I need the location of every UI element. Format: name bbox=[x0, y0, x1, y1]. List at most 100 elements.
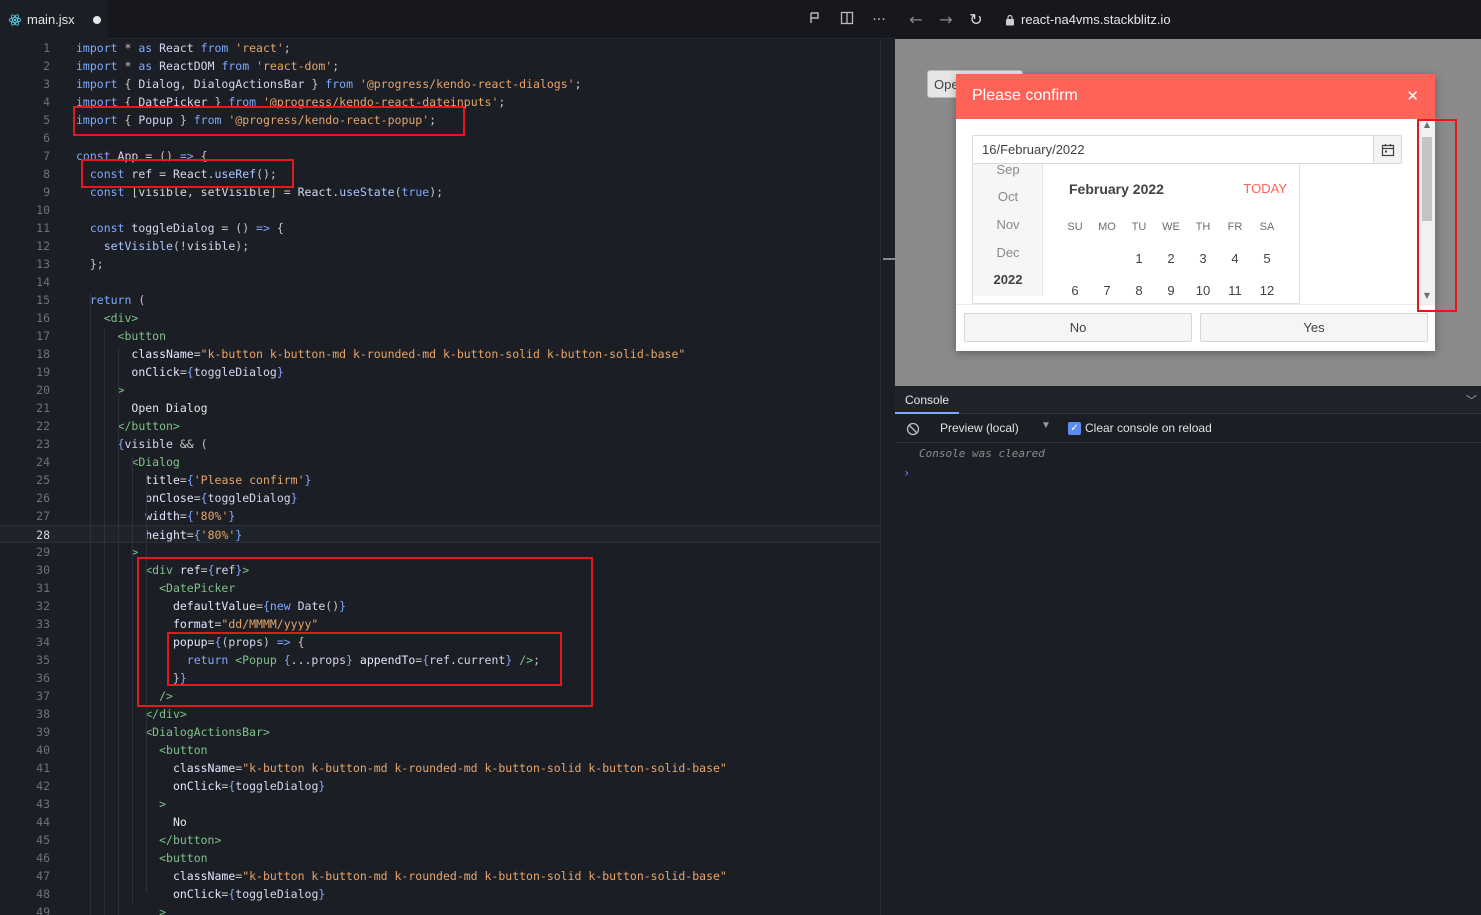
code-token: </button> bbox=[117, 419, 180, 433]
code-token: = bbox=[193, 491, 201, 505]
code-line[interactable]: 19 onClick={toggleDialog} bbox=[0, 363, 880, 381]
calendar-day[interactable]: 7 bbox=[1091, 283, 1123, 298]
code-token: } bbox=[228, 509, 236, 523]
line-source: return ( bbox=[76, 291, 145, 309]
code-token: > bbox=[159, 797, 167, 811]
code-token: import bbox=[76, 59, 118, 73]
more-actions-icon[interactable]: ··· bbox=[871, 12, 887, 28]
line-number: 21 bbox=[36, 401, 50, 415]
code-line[interactable]: 11 const toggleDialog = () => { bbox=[0, 219, 880, 237]
navigator-item[interactable]: Sep bbox=[973, 164, 1043, 177]
line-source: import * as React from 'react'; bbox=[76, 39, 291, 57]
code-token: ; bbox=[332, 59, 340, 73]
code-line[interactable]: 10 bbox=[0, 201, 880, 219]
navigator-item[interactable]: Oct bbox=[973, 189, 1043, 204]
clear-console-icon[interactable] bbox=[906, 422, 920, 436]
calendar-day[interactable]: 1 bbox=[1123, 251, 1155, 266]
code-line[interactable]: 23 {visible && ( bbox=[0, 435, 880, 453]
navigator-item[interactable]: 2022 bbox=[973, 272, 1043, 287]
tab-console[interactable]: Console bbox=[895, 386, 960, 414]
back-arrow-icon[interactable]: ← bbox=[901, 10, 931, 29]
calendar-day[interactable]: 4 bbox=[1219, 251, 1251, 266]
navigator-item[interactable]: Nov bbox=[973, 217, 1043, 232]
code-token: className bbox=[131, 347, 194, 361]
dropdown-arrow-icon[interactable]: ▼ bbox=[1041, 420, 1051, 431]
clear-on-reload-checkbox[interactable]: ✓ bbox=[1068, 422, 1081, 435]
react-icon bbox=[8, 13, 22, 26]
code-token: React bbox=[152, 41, 201, 55]
code-token: as bbox=[138, 41, 153, 55]
calendar-day[interactable]: 2 bbox=[1155, 251, 1187, 266]
code-line[interactable]: 14 bbox=[0, 273, 880, 291]
code-token: <button bbox=[159, 851, 208, 865]
code-line[interactable]: 16 <div> bbox=[0, 309, 880, 327]
unsaved-dot-icon[interactable] bbox=[92, 15, 101, 24]
collapse-chevron-icon[interactable]: ﹀ bbox=[1466, 392, 1477, 408]
code-line[interactable]: 15 return ( bbox=[0, 291, 880, 309]
calendar-day[interactable]: 8 bbox=[1123, 283, 1155, 298]
address-bar[interactable]: react-na4vms.stackblitz.io bbox=[1005, 12, 1171, 27]
calendar-icon bbox=[1381, 143, 1394, 156]
forward-arrow-icon[interactable]: → bbox=[931, 10, 961, 29]
code-line[interactable]: 18 className="k-button k-button-md k-rou… bbox=[0, 345, 880, 363]
datepicker-input[interactable]: 16/February/2022 bbox=[972, 135, 1402, 164]
code-line[interactable]: 20 > bbox=[0, 381, 880, 399]
code-line[interactable]: 22 </button> bbox=[0, 417, 880, 435]
calendar-day[interactable]: 5 bbox=[1251, 251, 1283, 266]
line-number: 14 bbox=[36, 275, 50, 289]
calendar-title[interactable]: February 2022 bbox=[1069, 181, 1164, 197]
console-toolbar: Preview (local) ▼ ✓ Clear console on rel… bbox=[895, 414, 1481, 443]
code-token: ; bbox=[498, 95, 506, 109]
calendar-day[interactable]: 9 bbox=[1155, 283, 1187, 298]
close-icon[interactable]: ✕ bbox=[1406, 87, 1419, 105]
code-token: "k-button k-button-md k-rounded-md k-but… bbox=[242, 869, 727, 883]
code-line[interactable]: 13 }; bbox=[0, 255, 880, 273]
code-line[interactable]: 12 setVisible(!visible); bbox=[0, 237, 880, 255]
yes-button[interactable]: Yes bbox=[1200, 313, 1428, 342]
calendar-day[interactable]: 10 bbox=[1187, 283, 1219, 298]
line-number: 13 bbox=[36, 257, 50, 271]
editor-scrollbar[interactable] bbox=[880, 39, 895, 915]
reload-icon[interactable]: ↻ bbox=[961, 10, 991, 29]
line-number: 33 bbox=[36, 617, 50, 631]
code-token: toggleDialog bbox=[124, 221, 215, 235]
context-select[interactable]: Preview (local) bbox=[940, 421, 1019, 435]
no-button[interactable]: No bbox=[964, 313, 1192, 342]
code-token: (! bbox=[172, 239, 187, 253]
code-token: 'react' bbox=[228, 41, 284, 55]
code-line[interactable]: 17 <button bbox=[0, 327, 880, 345]
calendar-day[interactable]: 3 bbox=[1187, 251, 1219, 266]
line-number: 15 bbox=[36, 293, 50, 307]
weekday-header: FR bbox=[1227, 221, 1243, 233]
code-line[interactable]: 2 import * as ReactDOM from 'react-dom'; bbox=[0, 57, 880, 75]
code-area[interactable]: 1 import * as React from 'react'; 2 import … bbox=[0, 39, 880, 915]
console-prompt-icon[interactable]: › bbox=[903, 466, 910, 480]
line-number: 43 bbox=[36, 797, 50, 811]
calendar-navigator[interactable]: Sep Oct Nov Dec 2022 bbox=[973, 164, 1043, 296]
calendar-toggle-button[interactable] bbox=[1373, 136, 1401, 163]
code-token: * bbox=[117, 59, 139, 73]
line-number: 32 bbox=[36, 599, 50, 613]
code-token: { bbox=[186, 473, 194, 487]
run-icon[interactable] bbox=[807, 11, 823, 29]
line-source: </button> bbox=[76, 831, 221, 849]
split-editor-icon[interactable] bbox=[839, 11, 855, 29]
code-token: '80%' bbox=[200, 528, 236, 542]
line-number: 35 bbox=[36, 653, 50, 667]
code-token: return bbox=[89, 293, 132, 307]
code-token: } bbox=[235, 528, 243, 542]
clear-on-reload-label[interactable]: Clear console on reload bbox=[1085, 421, 1212, 435]
calendar-day[interactable]: 11 bbox=[1219, 283, 1251, 298]
line-number: 34 bbox=[36, 635, 50, 649]
code-token: = bbox=[193, 347, 201, 361]
file-tab-main-jsx[interactable]: main.jsx bbox=[0, 0, 108, 39]
code-line[interactable]: 1 import * as React from 'react'; bbox=[0, 39, 880, 57]
code-line[interactable]: 21 Open Dialog bbox=[0, 399, 880, 417]
calendar-day[interactable]: 6 bbox=[1059, 283, 1091, 298]
code-line[interactable]: 3 import { Dialog, DialogActionsBar } fro… bbox=[0, 75, 880, 93]
calendar-day[interactable]: 12 bbox=[1251, 283, 1283, 298]
navigator-item[interactable]: Dec bbox=[973, 245, 1043, 260]
today-button[interactable]: TODAY bbox=[1243, 181, 1287, 196]
